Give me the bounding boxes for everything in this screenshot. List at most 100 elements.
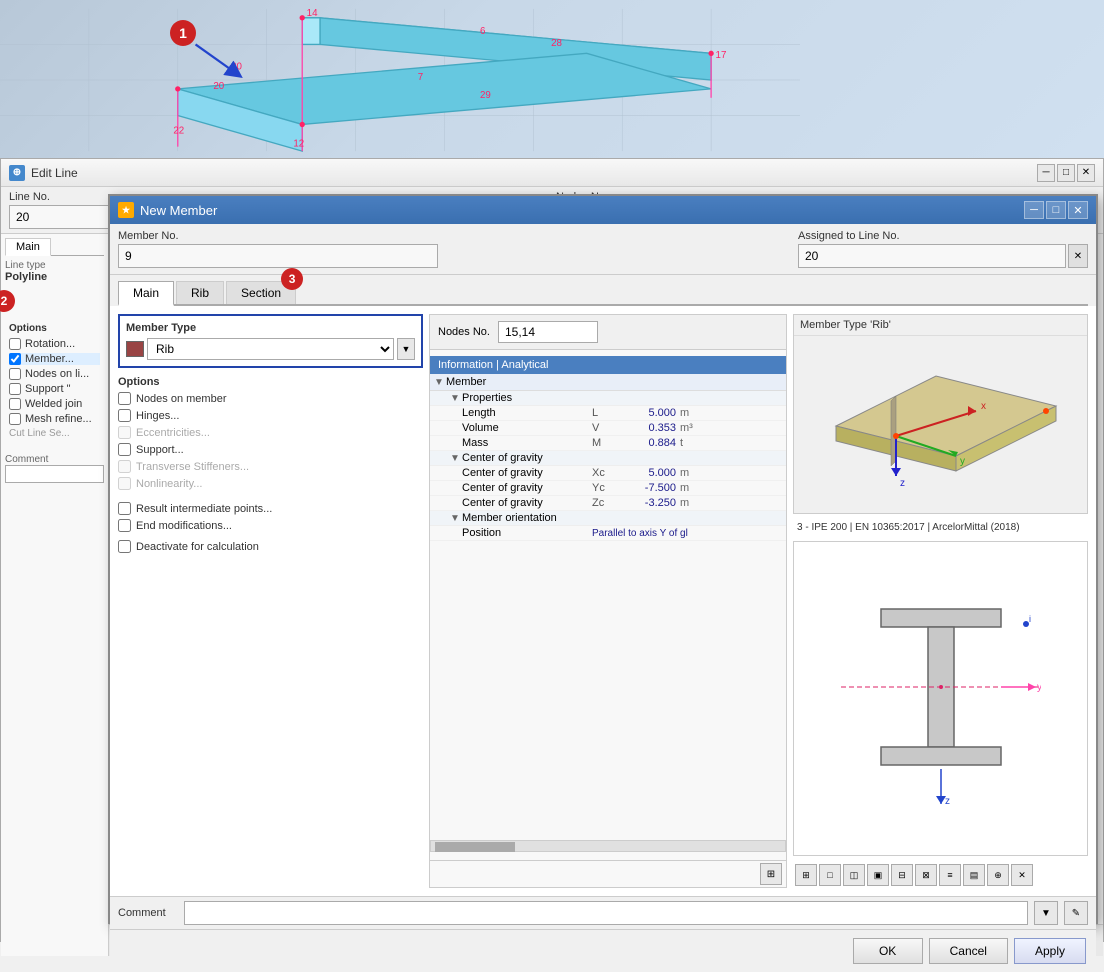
el-check-mesh-input[interactable] (9, 413, 21, 425)
rib-color-indicator (126, 341, 144, 357)
member-type-select-row: Rib Beam Column ▼ (126, 338, 415, 360)
nm-tab-section[interactable]: Section 3 (226, 281, 296, 304)
tree-xc-unit: m (680, 467, 710, 479)
tree-properties-header[interactable]: ▼ Properties (430, 391, 786, 406)
tree-yc-unit: m (680, 482, 710, 494)
rt-btn7[interactable]: ≡ (939, 864, 961, 886)
hscroll-thumb[interactable] (435, 842, 515, 852)
info-tree-hscroll[interactable] (430, 840, 786, 852)
tree-cog-header[interactable]: ▼ Center of gravity (430, 451, 786, 466)
rib-3d-container: x y z (794, 336, 1087, 511)
svg-text:7: 7 (418, 72, 423, 83)
nm-nodes-input[interactable] (498, 321, 598, 343)
edit-line-minimize[interactable]: ─ (1037, 164, 1055, 182)
el-check-cutline-label: Cut Line Se... (9, 428, 70, 439)
nm-icon: ★ (118, 202, 134, 218)
nm-cb-end-input[interactable] (118, 519, 131, 532)
nm-maximize[interactable]: □ (1046, 201, 1066, 219)
el-comment-input[interactable] (5, 465, 104, 483)
member-type-select[interactable]: Rib Beam Column (147, 338, 394, 360)
nm-cb-nodes: Nodes on member (118, 392, 423, 405)
el-checkbox-cutline: Cut Line Se... (9, 428, 100, 439)
nm-comment-dropdown[interactable]: ▼ (1034, 901, 1058, 925)
rt-btn1[interactable]: ⊞ (795, 864, 817, 886)
rt-btn5[interactable]: ⊟ (891, 864, 913, 886)
nm-cb-transverse-input (118, 460, 131, 473)
el-check-welded-input[interactable] (9, 398, 21, 410)
nm-header-row: Member No. Assigned to Line No. ✕ (110, 224, 1096, 275)
tree-cog-label: Center of gravity (462, 452, 543, 464)
nm-cb-support: Support... (118, 443, 423, 456)
nm-titlebar: ★ New Member ─ □ ✕ (110, 196, 1096, 224)
nm-right-panel: Member Type 'Rib' (793, 314, 1088, 888)
rt-btn6[interactable]: ⊠ (915, 864, 937, 886)
nm-controls[interactable]: ─ □ ✕ (1024, 201, 1088, 219)
el-tab-main[interactable]: Main (5, 238, 51, 256)
nm-close[interactable]: ✕ (1068, 201, 1088, 219)
rt-btn10[interactable]: ✕ (1011, 864, 1033, 886)
nm-tabs-container: Main Rib Section 3 (110, 275, 1096, 306)
svg-text:28: 28 (551, 38, 562, 49)
nm-cb-nonlinearity-label: Nonlinearity... (136, 478, 202, 490)
nm-comment-input[interactable] (184, 901, 1028, 925)
el-check-nodes-input[interactable] (9, 368, 21, 380)
nm-footer: OK Cancel Apply (110, 929, 1096, 972)
rt-btn9[interactable]: ⊕ (987, 864, 1009, 886)
nm-assigned-field: Assigned to Line No. ✕ (798, 230, 1088, 268)
svg-text:z: z (900, 478, 905, 489)
nm-cb-result-input[interactable] (118, 502, 131, 515)
el-checkbox-support: Support " (9, 383, 100, 395)
tree-mass-key: Mass (462, 437, 592, 449)
rt-btn3[interactable]: ◫ (843, 864, 865, 886)
nm-cb-deactivate-row: Deactivate for calculation (118, 540, 423, 553)
nm-cb-hinges-input[interactable] (118, 409, 131, 422)
el-tabs: Main (5, 238, 104, 256)
rt-btn8[interactable]: ▤ (963, 864, 985, 886)
nm-assigned-input[interactable] (798, 244, 1066, 268)
tree-zc-unit: m (680, 497, 710, 509)
el-check-rotation-input[interactable] (9, 338, 21, 350)
el-check-support-input[interactable] (9, 383, 21, 395)
nm-cb-nodes-input[interactable] (118, 392, 131, 405)
middle-toolbar: ⊞ (430, 860, 786, 887)
nm-cb-hinges: Hinges... (118, 409, 423, 422)
nm-tab-rib[interactable]: Rib (176, 281, 224, 304)
nm-extra-options: Result intermediate points... End modifi… (118, 502, 423, 557)
nm-cb-transverse-label: Transverse Stiffeners... (136, 461, 249, 473)
tree-orientation-header[interactable]: ▼ Member orientation (430, 511, 786, 526)
nm-middle-panel: Nodes No. Information | Analytical ▼ Mem… (429, 314, 787, 888)
svg-text:17: 17 (716, 50, 727, 61)
tree-length-key: Length (462, 407, 592, 419)
nm-cb-transverse: Transverse Stiffeners... (118, 460, 423, 473)
member-type-dropdown-arrow[interactable]: ▼ (397, 338, 415, 360)
nm-assigned-clear[interactable]: ✕ (1068, 244, 1088, 268)
nm-member-no-input[interactable] (118, 244, 438, 268)
mid-tb-btn1[interactable]: ⊞ (760, 863, 782, 885)
svg-text:y: y (960, 456, 965, 467)
svg-text:6: 6 (480, 26, 485, 37)
edit-line-icon: ⊕ (9, 165, 25, 181)
el-checkbox-rotation: Rotation... (9, 338, 100, 350)
edit-line-close[interactable]: ✕ (1077, 164, 1095, 182)
edit-line-controls[interactable]: ─ □ ✕ (1037, 164, 1095, 182)
tree-row-position: Position Parallel to axis Y of gl (430, 526, 786, 541)
nm-tab-main[interactable]: Main (118, 281, 174, 306)
tree-length-unit: m (680, 407, 710, 419)
nm-comment-edit[interactable]: ✎ (1064, 901, 1088, 925)
rt-btn4[interactable]: ▣ (867, 864, 889, 886)
svg-text:i: i (1029, 614, 1031, 624)
tree-xc-key: Center of gravity (462, 467, 592, 479)
tree-zc-key: Center of gravity (462, 497, 592, 509)
nm-cb-support-input[interactable] (118, 443, 131, 456)
edit-line-maximize[interactable]: □ (1057, 164, 1075, 182)
tree-xc-val: 5.000 (616, 467, 676, 479)
el-check-member-input[interactable] (9, 353, 21, 365)
rt-btn2[interactable]: □ (819, 864, 841, 886)
nm-cb-deactivate-input[interactable] (118, 540, 131, 553)
tree-row-zc: Center of gravity Zc -3.250 m (430, 496, 786, 511)
tree-position-key: Position (462, 527, 592, 539)
section-preview: y z i (793, 541, 1088, 856)
tree-member-header[interactable]: ▼ Member (430, 374, 786, 391)
badge-1: 1 (170, 20, 196, 46)
nm-minimize[interactable]: ─ (1024, 201, 1044, 219)
